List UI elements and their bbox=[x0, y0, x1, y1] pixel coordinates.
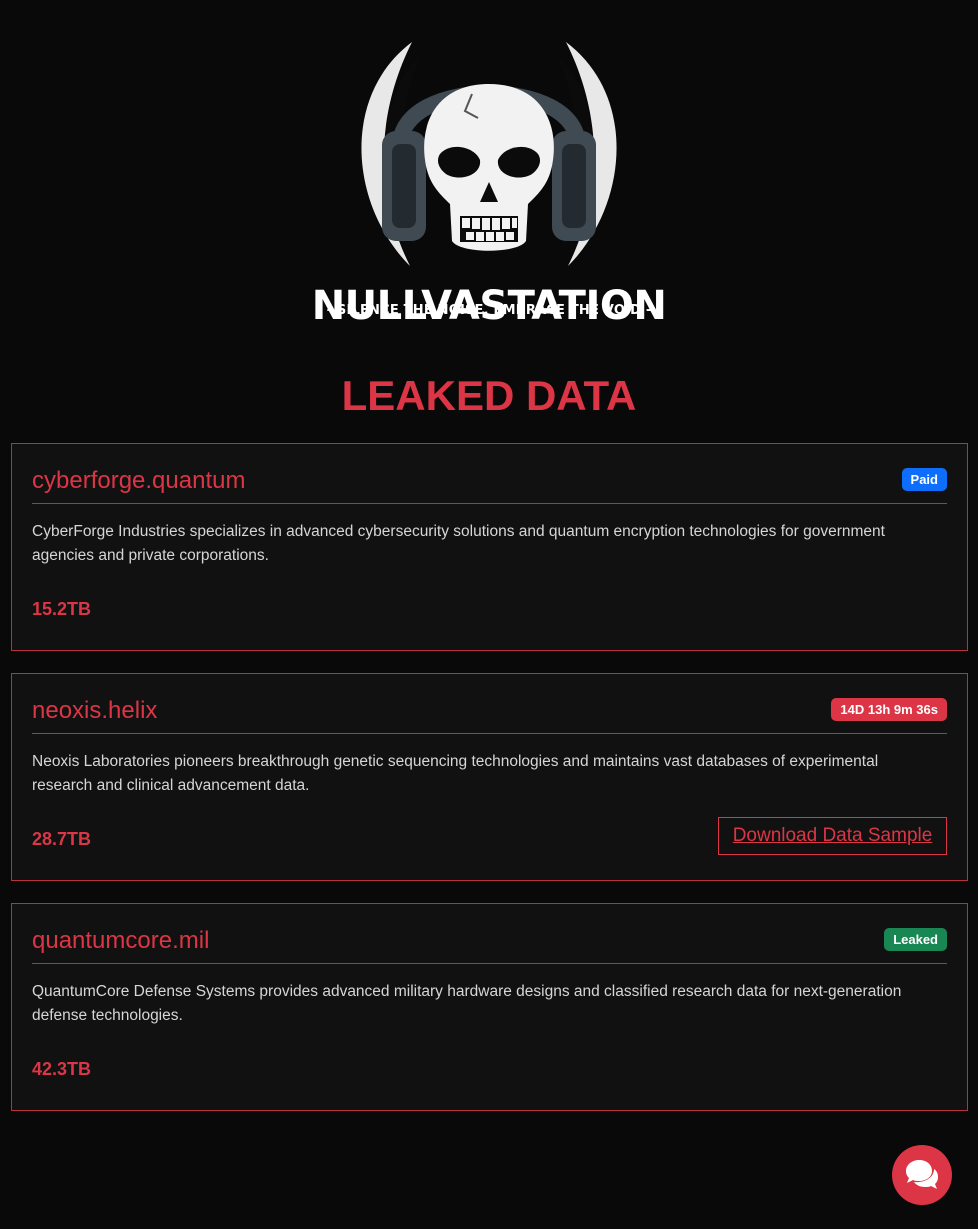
leak-domain: cyberforge.quantum bbox=[32, 467, 246, 494]
leak-card-header: quantumcore.mil Leaked bbox=[32, 926, 947, 964]
leak-domain: quantumcore.mil bbox=[32, 927, 210, 954]
download-sample-button[interactable]: Download Data Sample bbox=[718, 817, 947, 855]
status-badge: Leaked bbox=[884, 928, 947, 951]
brand-logo: NULLVASTATION - SILENCE THE NOISE, EMBRA… bbox=[300, 36, 678, 326]
leak-size: 42.3TB bbox=[32, 1059, 92, 1079]
leak-card-header: cyberforge.quantum Paid bbox=[32, 466, 947, 504]
leak-card-header: neoxis.helix 14D 13h 9m 36s bbox=[32, 696, 947, 734]
leak-card: neoxis.helix 14D 13h 9m 36s Neoxis Labor… bbox=[11, 673, 968, 881]
leak-domain: neoxis.helix bbox=[32, 697, 158, 724]
chat-bubbles-icon bbox=[906, 1160, 938, 1189]
leak-description: Neoxis Laboratories pioneers breakthroug… bbox=[32, 753, 879, 794]
chat-button[interactable] bbox=[892, 1145, 952, 1205]
leak-description: CyberForge Industries specializes in adv… bbox=[32, 523, 885, 564]
brand-tagline: - SILENCE THE NOISE, EMBRACE THE VOID - bbox=[326, 303, 652, 318]
status-badge: Paid bbox=[901, 468, 947, 491]
leak-size: 15.2TB bbox=[32, 599, 92, 619]
countdown-badge: 14D 13h 9m 36s bbox=[831, 698, 947, 721]
section-title: LEAKED DATA bbox=[341, 372, 637, 419]
page: NULLVASTATION - SILENCE THE NOISE, EMBRA… bbox=[0, 0, 978, 1229]
leak-card: cyberforge.quantum Paid CyberForge Indus… bbox=[11, 443, 968, 651]
leak-description: QuantumCore Defense Systems provides adv… bbox=[32, 983, 902, 1024]
skull-with-headphones-icon bbox=[361, 42, 617, 266]
leak-card: quantumcore.mil Leaked QuantumCore Defen… bbox=[11, 903, 968, 1111]
leak-size: 28.7TB bbox=[32, 829, 92, 849]
